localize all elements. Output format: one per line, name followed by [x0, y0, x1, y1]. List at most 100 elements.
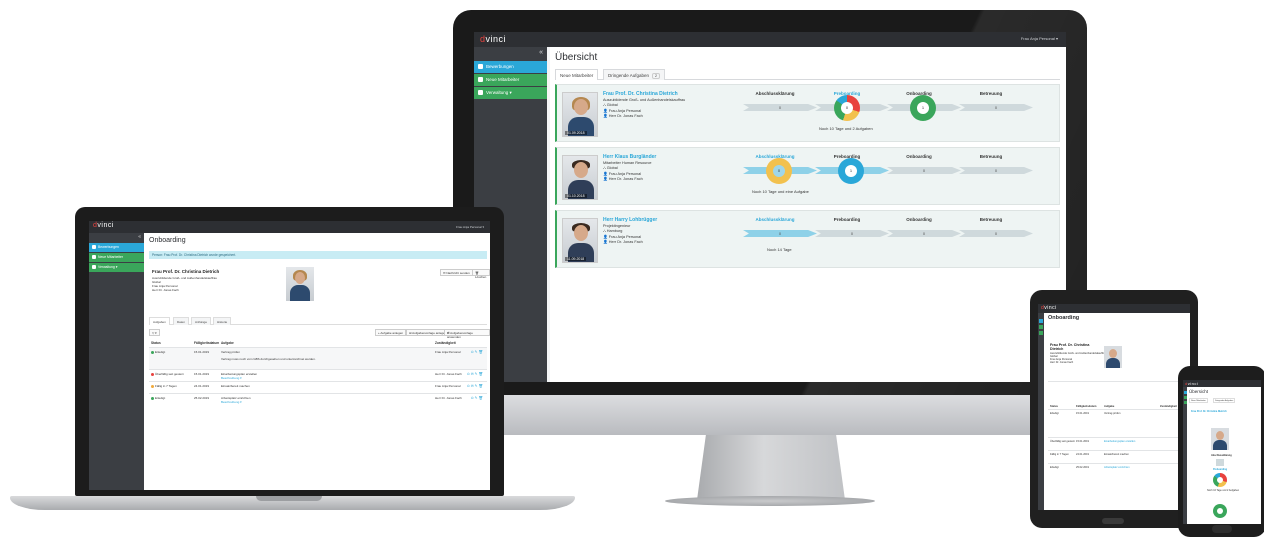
phase-header: Abschlussklärung — [755, 91, 795, 96]
page-title: Onboarding — [1048, 315, 1080, 321]
user-icon[interactable] — [1183, 391, 1187, 394]
desktop-monitor: dvinci Frau Anja Personal ▾ « Bewerbunge… — [453, 10, 1087, 402]
send-message-button[interactable]: ✉ Nachricht senden — [440, 269, 473, 276]
row-actions[interactable]: ⊙ ✉ ✎ 🗑 — [467, 372, 483, 376]
description-toggle[interactable]: Beschreibung ▾ — [221, 376, 242, 380]
employee-role: Projektingenieur — [603, 224, 631, 228]
column-header[interactable]: Status — [1050, 405, 1058, 408]
device-mockup-scene: dvinci Frau Anja Personal ▾ « Bewerbunge… — [0, 0, 1264, 537]
date-cell: 15.01.2019 — [194, 350, 210, 354]
grid-icon[interactable] — [1039, 331, 1043, 335]
tab-anhaenge[interactable]: Anhänge — [191, 317, 212, 325]
sidebar-item-neue-mitarbeiter[interactable]: Neue Mitarbeiter — [474, 74, 547, 86]
eye-icon[interactable] — [1183, 396, 1187, 399]
person-role: Auszubildende Groß- und Außenhandelskauf… — [152, 276, 217, 280]
tab-aufgaben[interactable]: Aufgaben — [149, 317, 170, 325]
sidebar-item-verwaltung[interactable]: Verwaltung ▾ — [474, 87, 547, 99]
date-cell: 15.01.2019 — [1076, 440, 1089, 443]
sidebar-item-bewerbungen[interactable]: Bewerbungen — [89, 243, 144, 252]
tab-dringende-aufgaben[interactable]: Dringende Aufgaben 2 — [603, 69, 665, 80]
add-task-button[interactable]: + Aufgabe anlegen — [375, 329, 407, 336]
column-header[interactable]: Fälligkeitsdatum — [194, 341, 219, 345]
employee-contact: 👤 Herr Dr. Jonas Fach — [603, 240, 643, 244]
sidebar-item-label: Bewerbungen — [486, 64, 514, 69]
tab-dringende-aufgaben[interactable]: Dringende Aufgaben — [1213, 398, 1236, 403]
employee-card[interactable]: 01.09.2018 Frau Prof. Dr. Christina Diet… — [555, 84, 1060, 142]
description-toggle[interactable]: Beschreibung ▾ — [221, 400, 242, 404]
table-row[interactable]: Erledigt 25.02.2019 Arbeitsplatz einrich… — [149, 393, 487, 411]
eye-icon[interactable] — [1039, 325, 1043, 329]
phase-arrow: 0 — [815, 230, 889, 237]
person-name: Frau Prof. Dr. Christina Dietrich — [1050, 343, 1090, 351]
table-row[interactable]: Erledigt 15.01.2019 Vertrag prüfen Vertr… — [149, 347, 487, 369]
tab-historie[interactable]: Historie — [213, 317, 232, 325]
apply-template-button[interactable]: ⇄ Aufgabenvorlage anwenden — [444, 329, 490, 339]
column-header[interactable]: Aufgabe — [221, 341, 234, 345]
task-cell: Einsatzbereit machen — [221, 384, 250, 388]
user-menu[interactable]: Frau Anja Personal ▾ — [1021, 36, 1058, 41]
status-cell: Erledigt — [1050, 412, 1059, 415]
app-header: dvinci — [1038, 304, 1190, 313]
app-header: dvinci Frau Anja Personal ▾ — [474, 32, 1066, 47]
app-logo[interactable]: dvinci — [480, 34, 506, 44]
person-name: Frau Prof. Dr. Christina Dietrich — [152, 269, 220, 274]
column-header[interactable]: Status — [151, 341, 161, 345]
grid-icon — [92, 265, 96, 269]
delete-button[interactable]: 🗑 Löschen — [472, 269, 490, 279]
employee-name-link[interactable]: Frau Prof. Dr. Christina Dietrich — [603, 91, 678, 97]
row-actions[interactable]: ⊙ ✉ ✎ 🗑 — [467, 384, 483, 388]
row-actions[interactable]: ⊙ ✎ 🗑 — [471, 350, 483, 354]
sidebar — [1183, 387, 1187, 524]
app-logo[interactable]: dvinci — [93, 222, 114, 229]
employee-card[interactable]: 01.10.2018 Herr Klaus Burgländer Mitarbe… — [555, 147, 1060, 205]
column-header[interactable]: Zuständigkeit — [435, 341, 456, 345]
owner-cell: Herr Dr. Jonas Fach — [435, 396, 462, 400]
grid-icon[interactable] — [1183, 401, 1187, 404]
task-cell: Vertrag prüfen — [221, 350, 241, 354]
person-photo — [1104, 346, 1122, 368]
eye-icon — [92, 255, 96, 259]
tab-neue-mitarbeiter[interactable]: Neue Mitarbeiter — [1189, 398, 1208, 403]
row-actions[interactable]: ⊙ ✎ 🗑 — [471, 396, 483, 400]
progress-donut[interactable]: 1 — [838, 158, 864, 184]
progress-donut[interactable] — [1213, 473, 1227, 487]
column-header[interactable]: Fälligkeitsdatum — [1076, 405, 1096, 408]
sidebar-item-bewerbungen[interactable]: Bewerbungen — [474, 61, 547, 73]
task-cell[interactable]: Arbeitsplatz einrichten — [1104, 466, 1130, 469]
table-row[interactable]: Fällig in 7 Tagen 24.01.2019 Einsatzbere… — [149, 381, 487, 393]
filter-button[interactable]: ▽ ▾ — [149, 329, 160, 336]
progress-donut[interactable]: 1 — [910, 95, 936, 121]
sidebar-item-verwaltung[interactable]: Verwaltung ▾ — [89, 263, 144, 272]
table-row[interactable]: Überfällig seit gestern 15.01.2019 Einar… — [149, 369, 487, 381]
task-cell: Vertrag prüfen — [1104, 412, 1121, 415]
app-logo[interactable]: dvinci — [1041, 305, 1057, 311]
sidebar — [1038, 313, 1044, 510]
page-title: Übersicht — [555, 52, 598, 63]
progress-donut[interactable]: 0 — [834, 95, 860, 121]
app-logo[interactable]: dvinci — [1185, 381, 1198, 386]
collapse-sidebar-icon[interactable]: « — [138, 234, 141, 240]
sidebar-item-neue-mitarbeiter[interactable]: Neue Mitarbeiter — [89, 253, 144, 262]
page-title: Onboarding — [149, 237, 186, 244]
employee-card[interactable]: 11.09.2018 Herr Harry Lohbrügger Projekt… — [555, 210, 1060, 268]
user-icon[interactable] — [1039, 319, 1043, 323]
employee-name-link[interactable]: Herr Klaus Burgländer — [603, 154, 656, 160]
tab-neue-mitarbeiter[interactable]: Neue Mitarbeiter — [555, 69, 599, 80]
employee-name-link[interactable]: Frau Prof. Dr. Christina Dietrich — [1191, 410, 1257, 413]
add-template-button[interactable]: ⊞ Aufgabenvorlage anlegen — [406, 329, 450, 336]
app-header: dvinci Frau Anja Personal ▾ — [89, 221, 490, 233]
column-header[interactable]: Zuständigkeit — [1160, 405, 1177, 408]
tab-daten[interactable]: Daten — [173, 317, 190, 325]
progress-donut[interactable] — [1213, 504, 1227, 518]
user-menu[interactable]: Frau Anja Personal ▾ — [456, 225, 484, 229]
date-cell: 25.02.2019 — [1076, 466, 1089, 469]
collapse-sidebar-icon[interactable]: « — [539, 49, 543, 56]
task-cell[interactable]: Einarbeitungsplan erstellen — [1104, 440, 1135, 443]
laptop-notch — [256, 496, 322, 501]
column-header[interactable]: Aufgabe — [1104, 405, 1114, 408]
status-cell: Fällig in 7 Tagen — [151, 384, 177, 388]
phase-header: Betreuung — [979, 217, 1003, 222]
employee-name-link[interactable]: Herr Harry Lohbrügger — [603, 217, 657, 223]
progress-donut[interactable]: 0 — [766, 158, 792, 184]
person-contact: Herr Dr. Jonas Fach — [152, 288, 179, 292]
